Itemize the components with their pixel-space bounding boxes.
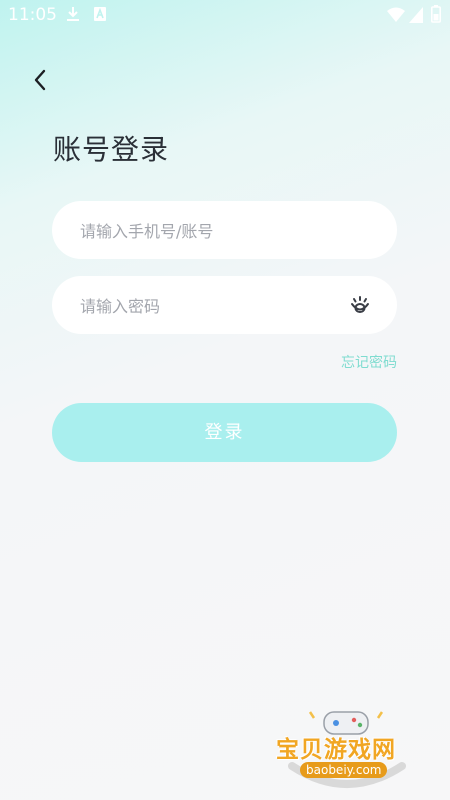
watermark-logo: 宝贝游戏网 baobeiy.com	[274, 706, 420, 796]
page-title: 账号登录	[53, 133, 170, 166]
a-icon	[94, 7, 106, 21]
login-screen: 11:05 账号登录 请输入手机号/账号 忘记密码 登录 宝贝游戏网 baobe…	[0, 0, 450, 800]
download-icon	[67, 7, 79, 21]
status-time: 11:05	[8, 5, 57, 25]
account-field[interactable]	[52, 201, 397, 261]
watermark-url: baobeiy.com	[300, 762, 388, 778]
password-field[interactable]	[52, 276, 397, 336]
login-button[interactable]: 登录	[52, 403, 397, 462]
password-input[interactable]	[78, 276, 342, 336]
wifi-icon	[387, 7, 405, 22]
eye-icon[interactable]	[349, 295, 371, 315]
battery-icon	[431, 5, 441, 23]
account-input[interactable]	[78, 201, 342, 261]
back-arrow-icon[interactable]	[28, 66, 56, 94]
watermark-brand: 宝贝游戏网	[276, 737, 396, 763]
forgot-password-link[interactable]: 忘记密码	[341, 352, 397, 372]
signal-icon	[409, 7, 423, 23]
status-bar: 11:05	[0, 0, 450, 30]
